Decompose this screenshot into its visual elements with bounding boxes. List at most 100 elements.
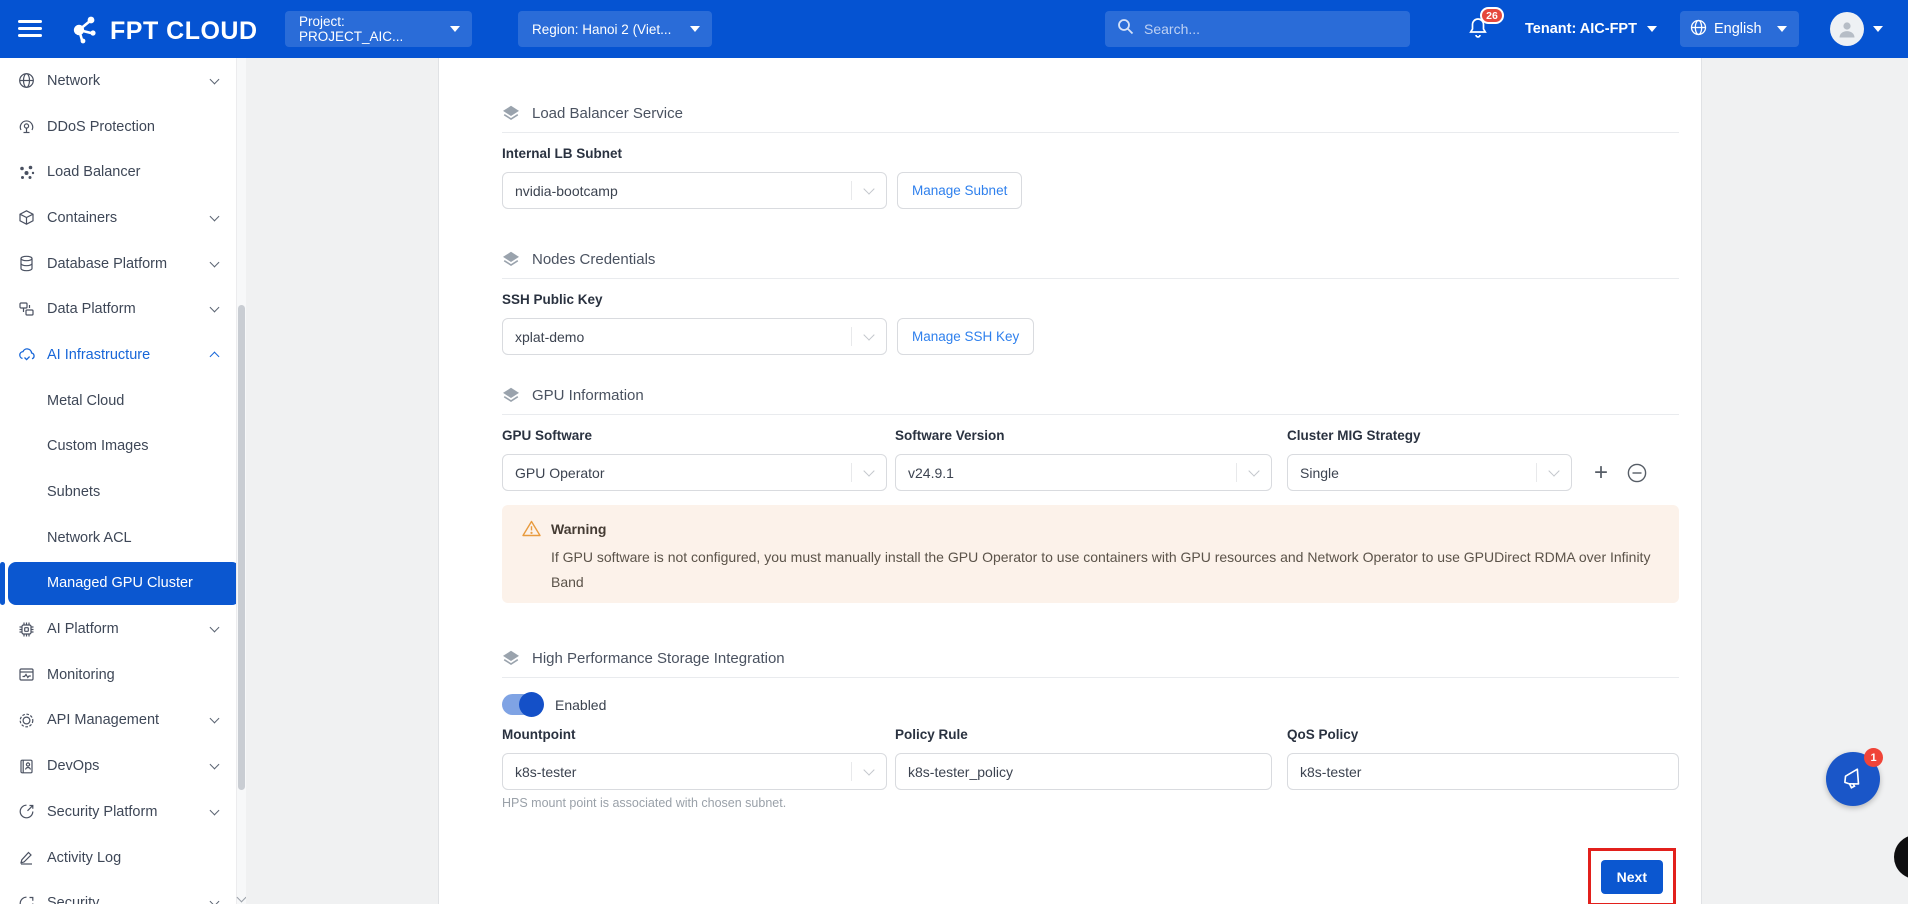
software-version-label: Software Version: [895, 428, 1272, 445]
selected-value: k8s-tester: [515, 764, 851, 780]
annotation-highlight-box: Next: [1588, 848, 1676, 904]
chevron-down-icon: [690, 26, 700, 32]
sidebar-item-network[interactable]: Network: [0, 58, 246, 104]
language-selector[interactable]: English: [1680, 11, 1799, 47]
security-shield-icon: [18, 803, 36, 821]
tenant-label: Tenant: AIC-FPT: [1525, 21, 1637, 37]
project-selector-label: Project: PROJECT_AIC...: [299, 14, 450, 44]
region-selector[interactable]: Region: Hanoi 2 (Viet...: [518, 11, 712, 47]
chevron-down-icon: [210, 897, 220, 904]
chevron-down-icon: [852, 770, 886, 774]
chevron-down-icon: [852, 189, 886, 193]
brand-text: FPT CLOUD: [110, 17, 258, 46]
sidebar-item-devops[interactable]: DevOps: [0, 743, 246, 789]
section-header-gpu-information: GPU Information: [502, 385, 1679, 405]
sidebar-item-monitoring[interactable]: Monitoring: [0, 652, 246, 698]
scrollbar-thumb[interactable]: [238, 305, 245, 790]
section-header-nodes-credentials: Nodes Credentials: [502, 249, 1679, 269]
announcements-fab[interactable]: 1: [1826, 752, 1880, 806]
load-balancer-nodes-icon: [18, 163, 36, 181]
notifications-button[interactable]: 26: [1466, 15, 1496, 45]
chevron-down-icon: [210, 805, 220, 815]
chevron-down-icon: [210, 760, 220, 770]
cluster-mig-strategy-label: Cluster MIG Strategy: [1287, 428, 1572, 445]
sidebar-item-security-platform[interactable]: Security Platform: [0, 789, 246, 835]
sidebar-item-database-platform[interactable]: Database Platform: [0, 241, 246, 287]
layers-icon: [502, 105, 520, 122]
sidebar-item-network-acl[interactable]: Network ACL: [0, 515, 246, 561]
fpt-cloud-logo: FPT CLOUD: [66, 11, 258, 52]
selected-value: v24.9.1: [908, 465, 1236, 481]
hps-enabled-toggle[interactable]: [502, 694, 542, 715]
top-navbar: FPT CLOUD Project: PROJECT_AIC... Region…: [0, 0, 1908, 58]
selected-value: nvidia-bootcamp: [515, 183, 851, 199]
chevron-down-icon: [210, 714, 220, 724]
scrollbar-down-arrow[interactable]: [237, 893, 246, 903]
sidebar-item-ddos-protection[interactable]: DDoS Protection: [0, 104, 246, 150]
user-menu[interactable]: [1830, 0, 1883, 58]
divider: [502, 278, 1679, 279]
monitor-pulse-icon: [18, 666, 36, 684]
sidebar-scrollbar[interactable]: [236, 58, 246, 904]
database-icon: [18, 255, 36, 273]
sidebar-item-containers[interactable]: Containers: [0, 195, 246, 241]
section-title: Load Balancer Service: [532, 105, 683, 122]
search-input[interactable]: [1144, 21, 1398, 37]
section-header-hps-integration: High Performance Storage Integration: [502, 648, 1679, 668]
layers-icon: [502, 387, 520, 404]
sidebar-item-ai-platform[interactable]: AI Platform: [0, 606, 246, 652]
remove-gpu-row-icon[interactable]: [1626, 462, 1648, 484]
mountpoint-select[interactable]: k8s-tester: [502, 753, 887, 790]
section-title: GPU Information: [532, 387, 644, 404]
manage-subnet-button[interactable]: Manage Subnet: [897, 172, 1022, 209]
policy-rule-input[interactable]: [895, 753, 1272, 790]
sidebar-item-activity-log[interactable]: Activity Log: [0, 835, 246, 881]
devops-book-icon: [18, 757, 36, 775]
tenant-selector[interactable]: Tenant: AIC-FPT: [1525, 0, 1657, 58]
molecule-logo-icon: [66, 11, 102, 52]
cluster-mig-strategy-select[interactable]: Single: [1287, 454, 1572, 491]
next-button[interactable]: Next: [1601, 860, 1663, 894]
hps-helper-text: HPS mount point is associated with chose…: [502, 796, 1679, 810]
software-version-select[interactable]: v24.9.1: [895, 454, 1272, 491]
section-title: High Performance Storage Integration: [532, 650, 785, 667]
sidebar-item-subnets[interactable]: Subnets: [0, 469, 246, 515]
gpu-software-select[interactable]: GPU Operator: [502, 454, 887, 491]
sidebar-item-api-management[interactable]: API Management: [0, 698, 246, 744]
sidebar-item-ai-infrastructure[interactable]: AI Infrastructure: [0, 332, 246, 378]
chevron-down-icon: [852, 335, 886, 339]
ssh-public-key-select[interactable]: xplat-demo: [502, 318, 887, 355]
add-gpu-row-icon[interactable]: +: [1594, 463, 1608, 483]
project-selector[interactable]: Project: PROJECT_AIC...: [285, 11, 472, 47]
qos-policy-input[interactable]: [1287, 753, 1679, 790]
sidebar-item-security[interactable]: Security: [0, 880, 246, 904]
toggle-knob: [519, 692, 544, 717]
warning-text: If GPU software is not configured, you m…: [551, 545, 1661, 595]
sidebar-item-custom-images[interactable]: Custom Images: [0, 424, 246, 470]
chevron-down-icon: [210, 211, 220, 221]
gpu-warning-banner: Warning If GPU software is not configure…: [502, 505, 1679, 603]
manage-ssh-key-button[interactable]: Manage SSH Key: [897, 318, 1034, 355]
divider: [502, 677, 1679, 678]
sidebar-item-managed-gpu-cluster[interactable]: Managed GPU Cluster: [0, 561, 246, 607]
cluster-form-panel: Load Balancer Service Internal LB Subnet…: [438, 58, 1702, 904]
global-search[interactable]: [1105, 11, 1410, 47]
sidebar-item-data-platform[interactable]: Data Platform: [0, 286, 246, 332]
chevron-down-icon: [1537, 471, 1571, 475]
sidebar-item-load-balancer[interactable]: Load Balancer: [0, 149, 246, 195]
cloud-sync-icon: [18, 346, 36, 364]
qos-policy-label: QoS Policy: [1287, 727, 1679, 744]
internal-lb-subnet-select[interactable]: nvidia-bootcamp: [502, 172, 887, 209]
avatar: [1830, 12, 1864, 46]
hamburger-menu-icon[interactable]: [18, 20, 42, 38]
toggle-label: Enabled: [555, 697, 606, 713]
ssh-public-key-label: SSH Public Key: [502, 292, 1679, 309]
container-box-icon: [18, 209, 36, 227]
internal-lb-subnet-label: Internal LB Subnet: [502, 146, 1679, 163]
chevron-down-icon: [450, 26, 460, 32]
fab-badge: 1: [1864, 748, 1883, 767]
sidebar-item-metal-cloud[interactable]: Metal Cloud: [0, 378, 246, 424]
divider: [502, 132, 1679, 133]
sidebar-nav: Network DDoS Protection Load Balancer Co…: [0, 58, 246, 904]
activity-pen-icon: [18, 849, 36, 867]
